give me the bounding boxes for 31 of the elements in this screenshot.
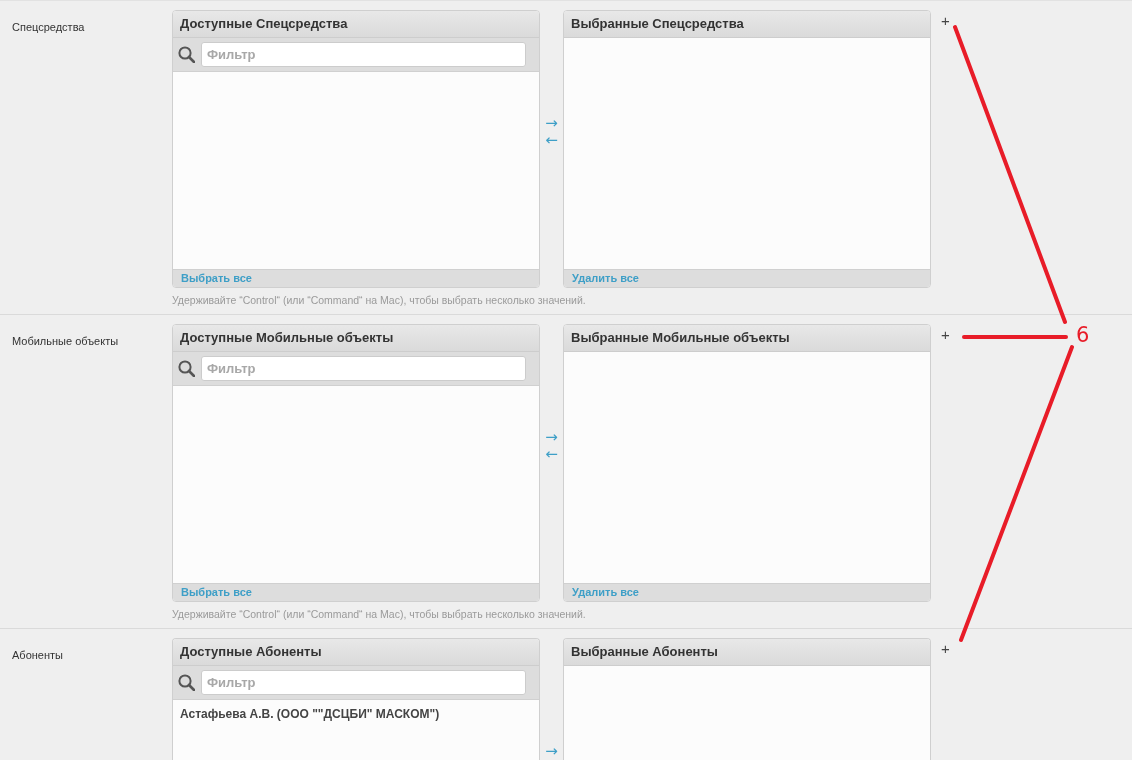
add-link[interactable]: + (941, 326, 950, 343)
field-label: Мобильные объекты (12, 335, 119, 347)
move-right-arrow[interactable]: → (545, 115, 558, 132)
panel-header: Доступные Абоненты (173, 639, 539, 666)
move-left-arrow[interactable]: ← (545, 446, 558, 463)
panel-header: Доступные Спецсредства (173, 11, 539, 38)
panel-header: Выбранные Спецсредства (564, 11, 930, 38)
list-option[interactable]: Астафьева А.В. (ООО ""ДСЦБИ" МАСКОМ") (173, 700, 539, 721)
filter-field[interactable]: Фильтр (201, 356, 526, 381)
field-label: Абоненты (12, 649, 63, 661)
help-text: Удерживайте “Control“ (или “Command“ на Mac), чтобы выбрать несколько значений. (172, 294, 587, 306)
search-icon (178, 360, 195, 377)
callout-number: 6 (1076, 323, 1090, 347)
move-right-arrow[interactable]: → (545, 743, 558, 760)
panel-header: Выбранные Абоненты (564, 639, 930, 666)
move-left-arrow[interactable]: ← (545, 132, 558, 149)
add-link[interactable]: + (941, 640, 950, 657)
add-link[interactable]: + (941, 12, 950, 29)
filter-field[interactable]: Фильтр (201, 670, 526, 695)
search-icon (178, 46, 195, 63)
remove-all-link[interactable]: Удалить все (572, 586, 639, 599)
move-right-arrow[interactable]: → (545, 429, 558, 446)
panel-header: Выбранные Мобильные объекты (564, 325, 930, 352)
search-icon (178, 674, 195, 691)
remove-all-link[interactable]: Удалить все (572, 272, 639, 285)
select-all-link[interactable]: Выбрать все (181, 272, 252, 285)
field-label: Спецсредства (12, 21, 85, 33)
select-all-link[interactable]: Выбрать все (181, 586, 252, 599)
help-text: Удерживайте “Control“ (или “Command“ на Mac), чтобы выбрать несколько значений. (172, 608, 587, 620)
panel-header: Доступные Мобильные объекты (173, 325, 539, 352)
filter-field[interactable]: Фильтр (201, 42, 526, 67)
